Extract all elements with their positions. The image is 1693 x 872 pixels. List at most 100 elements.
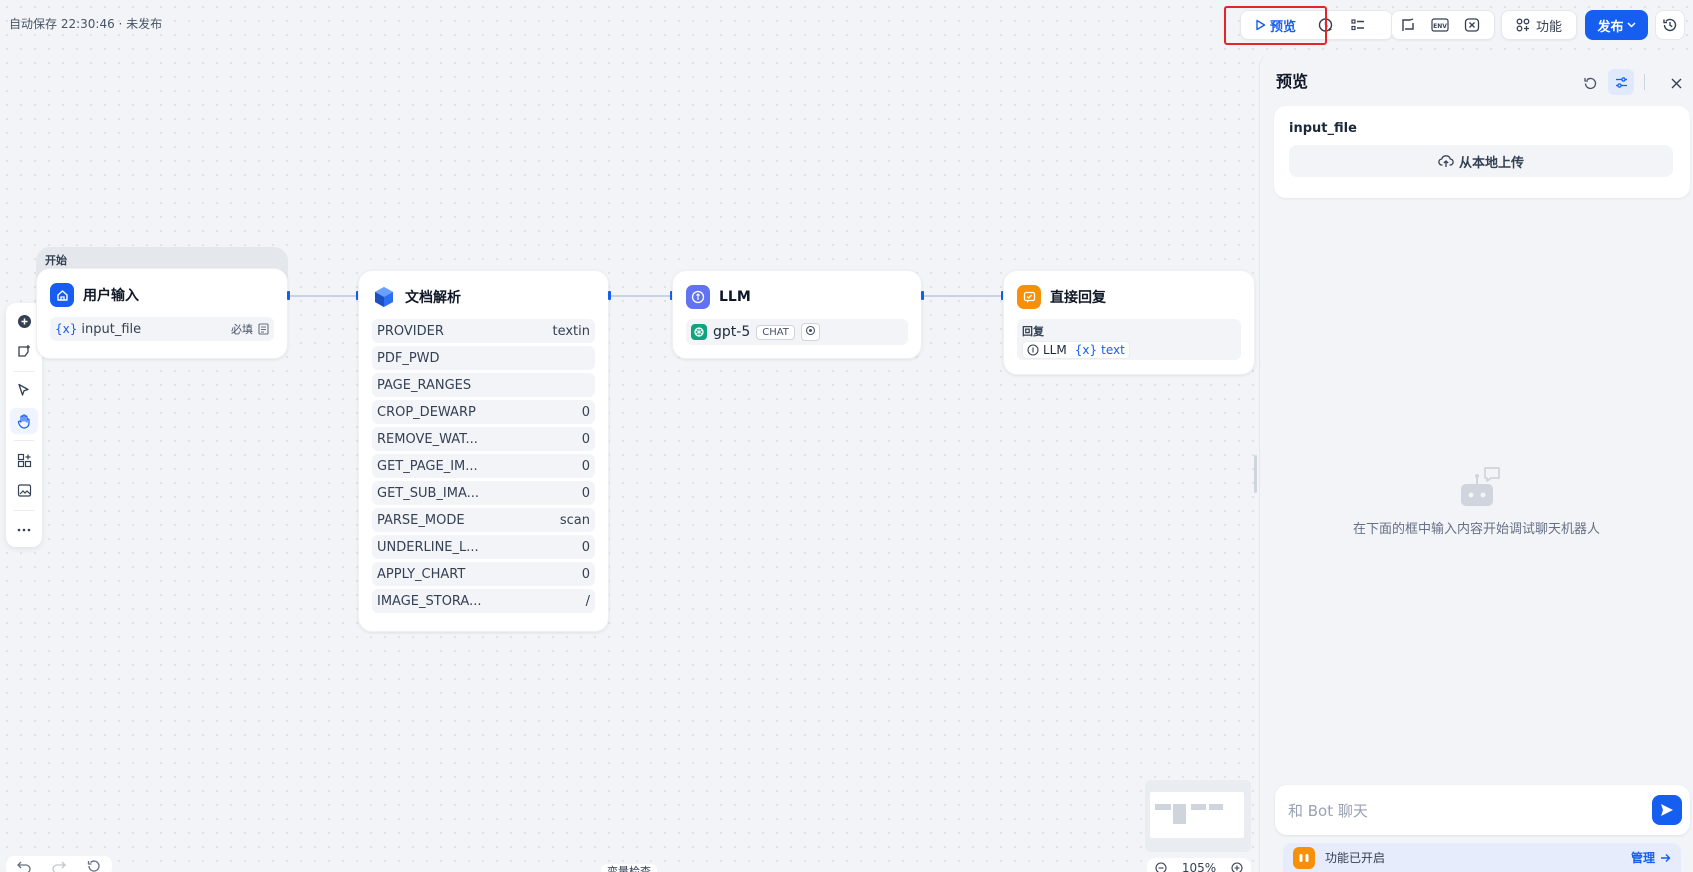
checklist-button[interactable] [1342, 11, 1374, 39]
publish-button[interactable]: 发布 [1585, 10, 1648, 40]
hand-mode-button[interactable] [10, 407, 38, 435]
hand-icon [17, 414, 30, 429]
send-button[interactable] [1652, 795, 1682, 825]
manage-features-link[interactable]: 管理 [1631, 849, 1671, 866]
zoom-level[interactable]: 105% [1182, 861, 1216, 872]
param-value: 0 [581, 404, 590, 420]
reply-node[interactable]: 直接回复 回复 LLM {x} text [1003, 270, 1255, 375]
param-row[interactable]: REMOVE_WAT... 0 [372, 427, 595, 451]
preview-highlight-box [1224, 6, 1327, 45]
param-value: 0 [581, 539, 590, 555]
file-icon [258, 323, 269, 335]
checkpoint-button[interactable] [1392, 11, 1424, 39]
features-label: 功能 [1535, 19, 1562, 35]
llm-node[interactable]: LLM gpt-5 CHAT [672, 270, 922, 359]
edge-start-docparse [290, 295, 357, 297]
undo-redo-bar [6, 856, 112, 872]
zoom-in-icon[interactable] [1231, 862, 1243, 872]
reply-icon [1017, 285, 1041, 309]
start-tag-label: 开始 [45, 254, 67, 267]
param-row[interactable]: UNDERLINE_L... 0 [372, 535, 595, 559]
chat-input[interactable]: 和 Bot 聊天 [1275, 785, 1690, 835]
param-value: 0 [581, 431, 590, 447]
input-variables-card: input_file 从本地上传 [1274, 106, 1690, 198]
variable-check-button[interactable]: 变量检查 [601, 864, 657, 872]
reply-label: 回复 [1022, 325, 1044, 338]
more-options-button[interactable] [10, 517, 38, 543]
param-row[interactable]: PROVIDER textin [372, 319, 595, 343]
version-history-button[interactable] [1655, 10, 1685, 40]
sliders-icon [1615, 76, 1627, 88]
add-node-button[interactable] [10, 308, 38, 334]
publish-label: 发布 [1597, 19, 1624, 35]
feature-status-bar: 功能已开启 管理 [1283, 843, 1681, 872]
required-label: 必填 [231, 323, 253, 336]
param-row[interactable]: APPLY_CHART 0 [372, 562, 595, 586]
start-node[interactable]: 用户输入 {x} input_file 必填 [36, 268, 288, 359]
panel-resize-handle[interactable] [1254, 455, 1257, 493]
param-value: 0 [581, 566, 590, 582]
svg-text:ENV: ENV [1433, 23, 1447, 30]
top-toolbar-tools: ENV [1391, 10, 1495, 40]
redo-icon[interactable] [52, 860, 66, 872]
minimap-node [1155, 804, 1171, 810]
ref-node-name: LLM [1043, 343, 1067, 357]
upload-local-button[interactable]: 从本地上传 [1289, 145, 1673, 177]
param-name: GET_SUB_IMA... [377, 485, 480, 501]
model-selector[interactable]: gpt-5 CHAT [686, 319, 908, 345]
variables-toggle-button[interactable] [1608, 69, 1634, 95]
openai-icon [691, 324, 707, 340]
toolbar-divider [14, 440, 34, 442]
note-icon [17, 344, 30, 357]
arrow-right-icon [1661, 853, 1671, 862]
param-row[interactable]: CROP_DEWARP 0 [372, 400, 595, 424]
param-value: 0 [581, 485, 590, 501]
preview-panel: 预览 input_file 从本地上传 在下面的框中输入内容开始调试聊天机器人 … [1259, 53, 1693, 872]
param-row[interactable]: PARSE_MODE scan [372, 508, 595, 532]
doc-parse-title: 文档解析 [405, 290, 461, 306]
param-row[interactable]: PAGE_RANGES [372, 373, 595, 397]
organize-layout-button[interactable] [10, 447, 38, 473]
checklist-icon [1351, 19, 1365, 31]
variable-reference[interactable]: LLM {x} text [1022, 341, 1130, 359]
param-row[interactable]: GET_SUB_IMA... 0 [372, 481, 595, 505]
param-row[interactable]: PDF_PWD [372, 346, 595, 370]
undo-icon[interactable] [16, 860, 31, 872]
param-value: textin [552, 323, 590, 339]
param-name: PDF_PWD [377, 350, 440, 366]
param-row[interactable]: GET_PAGE_IM... 0 [372, 454, 595, 478]
param-row[interactable]: IMAGE_STORA... / [372, 589, 595, 613]
param-name: APPLY_CHART [377, 566, 466, 582]
empty-state-text: 在下面的框中输入内容开始调试聊天机器人 [1352, 522, 1600, 537]
ref-var-name: text [1101, 343, 1125, 357]
minimap[interactable] [1145, 780, 1251, 852]
doc-parse-icon [372, 285, 396, 309]
export-image-button[interactable] [10, 477, 38, 503]
reply-content[interactable]: 回复 LLM {x} text [1017, 319, 1241, 360]
pointer-mode-button[interactable] [10, 378, 38, 404]
variable-name: input_file [81, 321, 142, 337]
close-panel-button[interactable] [1664, 71, 1688, 95]
toolbar-divider [14, 370, 34, 372]
edge-llm-reply [924, 295, 1002, 297]
restart-button[interactable] [1578, 71, 1602, 95]
features-icon [1516, 18, 1530, 32]
zoom-out-icon[interactable] [1155, 862, 1167, 872]
history-icon[interactable] [87, 859, 101, 872]
param-name: IMAGE_STORA... [377, 593, 482, 609]
features-button[interactable]: 功能 [1501, 10, 1577, 40]
env-button[interactable]: ENV [1424, 11, 1456, 39]
upload-label: 从本地上传 [1458, 155, 1524, 171]
doc-parse-node[interactable]: 文档解析 PROVIDER textin PDF_PWD PAGE_RANGES CRO… [358, 270, 609, 632]
minimap-node [1173, 804, 1186, 824]
panel-title: 预览 [1276, 72, 1309, 91]
variables-button[interactable] [1456, 11, 1488, 39]
autosave-status: 自动保存 22:30:46 · 未发布 [9, 17, 163, 31]
chevron-down-icon [1626, 22, 1636, 28]
start-variable-row[interactable]: {x} input_file 必填 [50, 317, 274, 341]
layout-grid-icon [17, 453, 31, 467]
add-note-button[interactable] [10, 338, 38, 364]
more-icon [17, 528, 31, 532]
cursor-icon [18, 384, 29, 396]
variable-icon: {x} [55, 321, 78, 336]
